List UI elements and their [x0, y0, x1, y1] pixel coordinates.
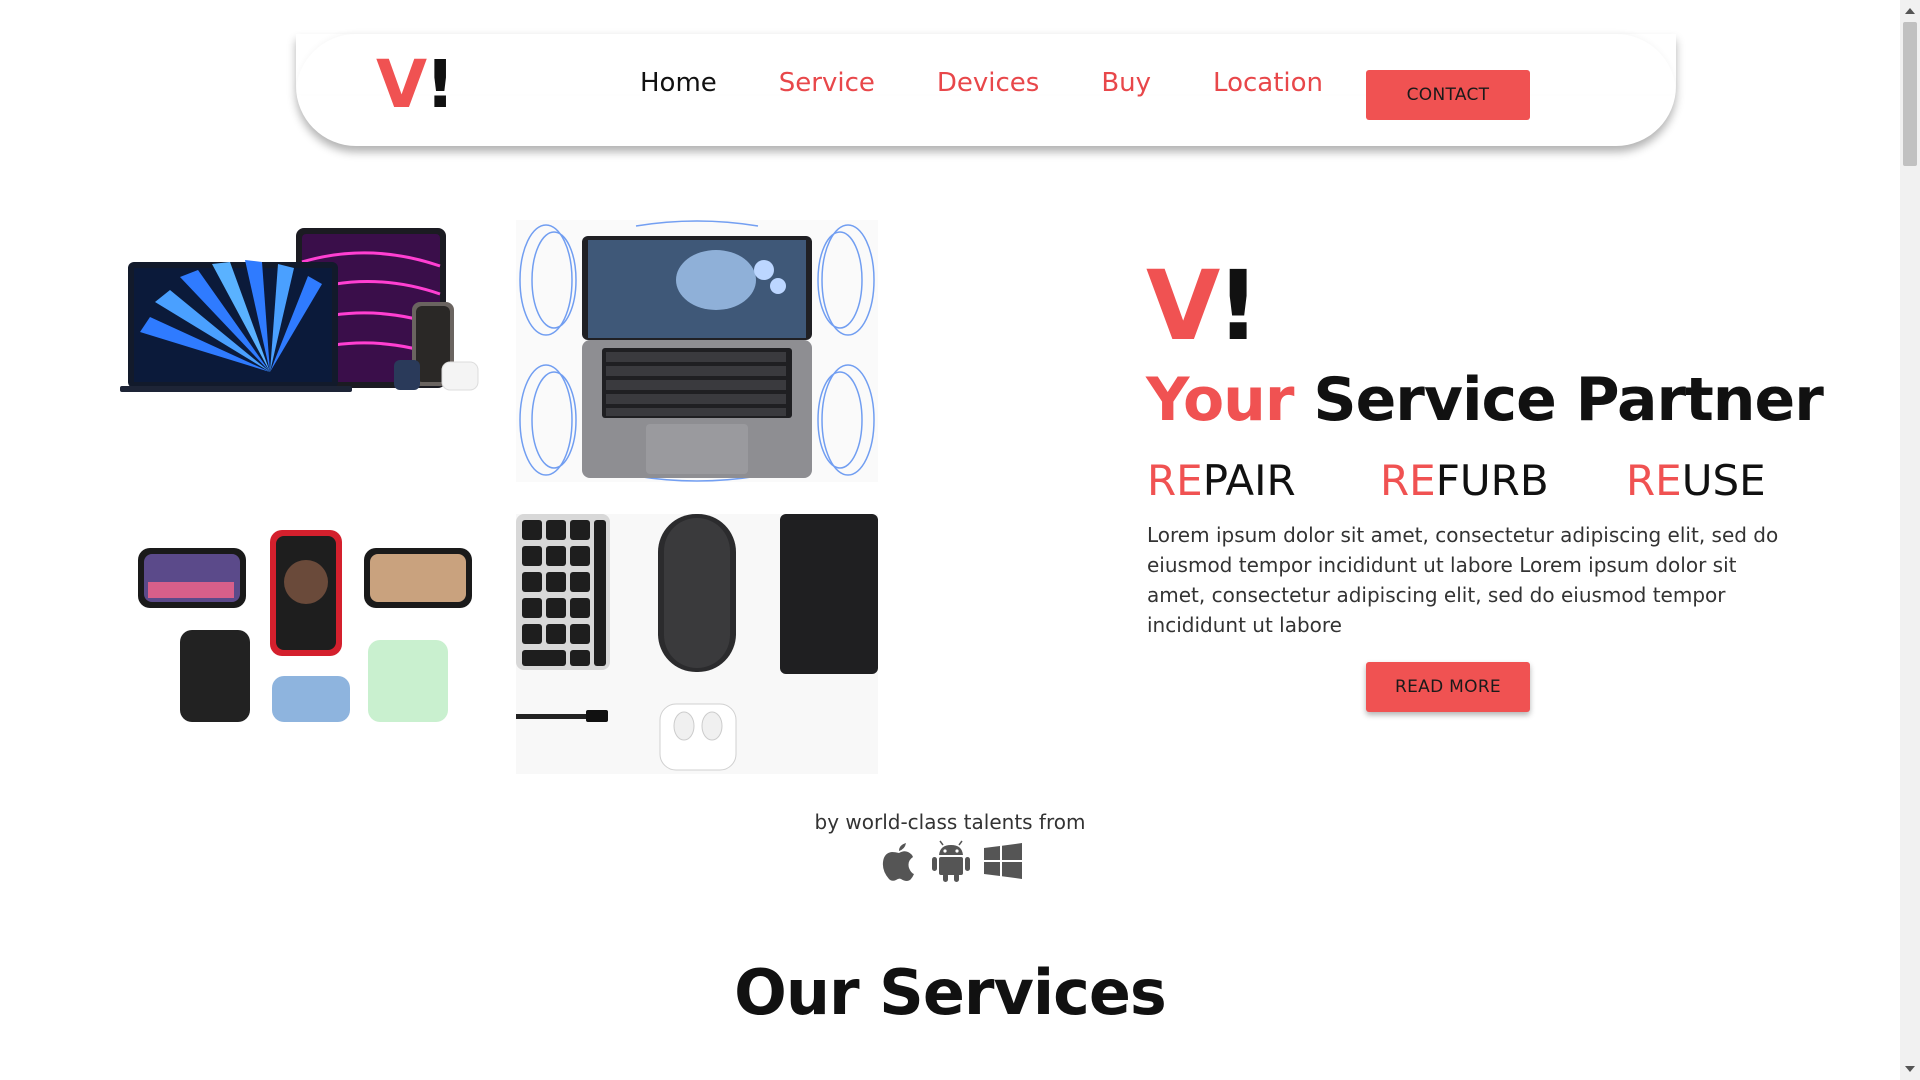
- re-word-reuse: REUSE: [1626, 460, 1766, 502]
- laptop-tablet-phone-image: [120, 222, 482, 402]
- re-prefix: RE: [1380, 456, 1436, 505]
- re-rest: USE: [1681, 456, 1766, 505]
- read-more-button[interactable]: READ MORE: [1366, 662, 1530, 712]
- scroll-down-arrow-icon[interactable]: [1905, 1066, 1915, 1072]
- macbook-image: [516, 220, 878, 482]
- nav-link-service[interactable]: Service: [779, 70, 875, 96]
- navbar: V! Home Service Devices Buy Location CON…: [296, 34, 1676, 146]
- talents-text: by world-class talents from: [814, 810, 1086, 834]
- hero-logo-v: V: [1146, 250, 1220, 362]
- apple-icon: [880, 840, 918, 882]
- re-rest: PAIR: [1202, 456, 1296, 505]
- re-prefix: RE: [1147, 456, 1203, 505]
- android-icon: [932, 840, 970, 882]
- platform-icons: [880, 840, 1022, 882]
- re-word-refurb: REFURB: [1380, 460, 1549, 502]
- re-prefix: RE: [1626, 456, 1682, 505]
- hero-tagline: Your Service Partner: [1146, 370, 1824, 430]
- nav-link-devices[interactable]: Devices: [937, 70, 1039, 96]
- hero-description: Lorem ipsum dolor sit amet, consectetur …: [1147, 523, 1779, 637]
- logo-exclamation: !: [425, 46, 455, 123]
- contact-button[interactable]: CONTACT: [1366, 70, 1530, 120]
- tagline-service-partner: Service Partner: [1313, 365, 1823, 435]
- hero-logo: V!: [1146, 258, 1260, 354]
- scroll-up-arrow-icon[interactable]: [1905, 8, 1915, 14]
- logo-v: V: [376, 46, 427, 123]
- tagline-your: Your: [1146, 365, 1294, 435]
- nav-link-location[interactable]: Location: [1213, 70, 1323, 96]
- scroll-thumb[interactable]: [1903, 22, 1917, 166]
- re-word-repair: REPAIR: [1147, 460, 1296, 502]
- nav-link-buy[interactable]: Buy: [1101, 70, 1151, 96]
- accessories-image: [516, 514, 878, 774]
- nav-link-home[interactable]: Home: [640, 70, 717, 96]
- services-title: Our Services: [734, 956, 1167, 1029]
- windows-icon: [984, 840, 1022, 882]
- site-logo[interactable]: V!: [376, 52, 455, 118]
- iphones-image: [138, 526, 478, 722]
- re-rest: FURB: [1435, 456, 1549, 505]
- hero-logo-exclamation: !: [1216, 250, 1260, 362]
- nav-links: Home Service Devices Buy Location: [640, 70, 1385, 96]
- vertical-scrollbar[interactable]: [1900, 0, 1920, 1080]
